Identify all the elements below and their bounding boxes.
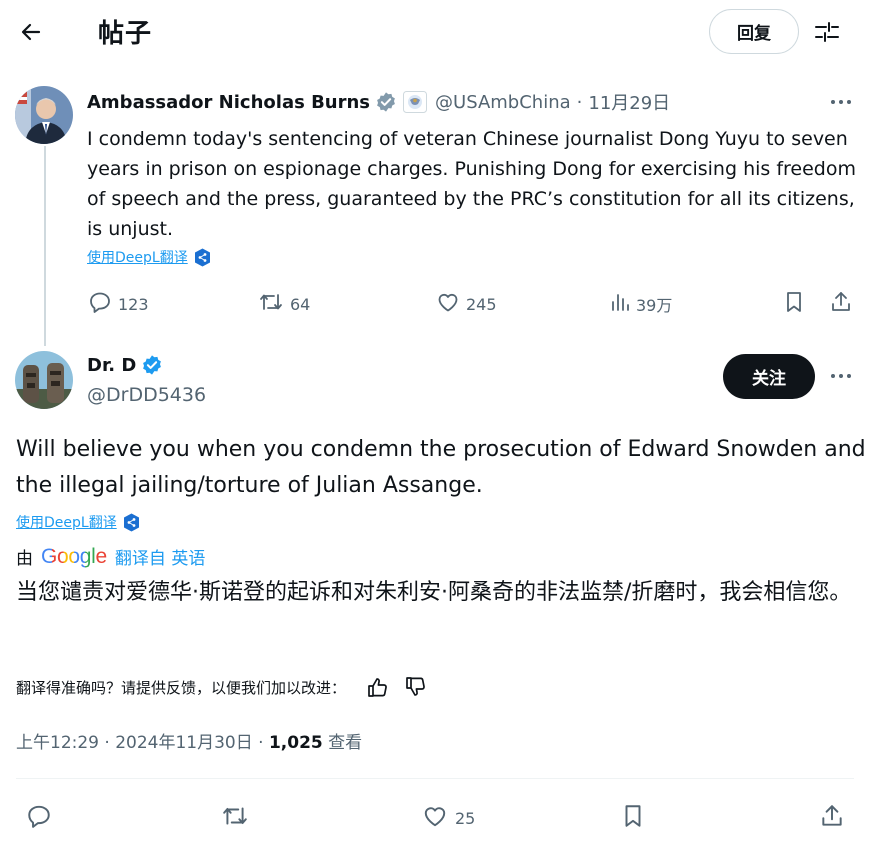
- page-title: 帖子: [98, 19, 153, 49]
- tweet-text: Will believe you when you condemn the pr…: [16, 437, 866, 498]
- deepl-logo-icon: [123, 513, 140, 532]
- divider: [16, 778, 854, 779]
- reply-count: 123: [118, 294, 149, 314]
- author-handle[interactable]: @DrDD5436: [87, 384, 206, 406]
- retweet-icon[interactable]: [220, 803, 250, 833]
- adjust-settings-icon[interactable]: [812, 18, 842, 46]
- author-name[interactable]: Ambassador Nicholas Burns: [87, 92, 370, 113]
- avatar[interactable]: [15, 86, 73, 144]
- thread-line: [44, 146, 46, 346]
- verified-gray-badge-icon[interactable]: [375, 91, 397, 113]
- deepl-translate-label[interactable]: 使用DeepL翻译: [16, 512, 117, 532]
- government-affiliation-icon[interactable]: [403, 91, 428, 113]
- translation-feedback-row: 翻译得准确吗？请提供反馈，以便我们加以改进：: [16, 676, 426, 698]
- translated-text: 当您谴责对爱德华·斯诺登的起诉和对朱利安·阿桑奇的非法监禁/折磨时，我会相信您。: [16, 580, 852, 605]
- retweet-count: 64: [290, 294, 311, 314]
- google-logo-text: Google: [41, 544, 107, 568]
- top-bar: 帖子 回复: [0, 0, 877, 64]
- like-action[interactable]: 25: [421, 803, 475, 833]
- bookmark-icon[interactable]: [620, 803, 646, 833]
- views-count: 39万: [636, 296, 673, 315]
- tweet-text: I condemn today's sentencing of veteran …: [87, 128, 856, 240]
- like-count: 245: [466, 294, 497, 314]
- post-timestamp-row: 上午12:29 · 2024年11月30日 · 1,025 查看: [16, 728, 362, 753]
- deepl-translate-link[interactable]: 使用DeepL翻译: [87, 247, 211, 267]
- post-date[interactable]: 11月29日: [588, 89, 670, 115]
- reply-action[interactable]: [25, 803, 53, 833]
- verified-blue-badge-icon[interactable]: [141, 354, 163, 376]
- separator-dot: ·: [576, 91, 583, 113]
- retweet-action[interactable]: [220, 803, 250, 833]
- heart-icon[interactable]: [421, 803, 449, 833]
- tweet1-author-row: Ambassador Nicholas Burns @USAmbChina · …: [87, 89, 670, 115]
- heart-icon[interactable]: [436, 290, 460, 318]
- more-options-icon[interactable]: [827, 90, 855, 114]
- feedback-prompt: 翻译得准确吗？请提供反馈，以便我们加以改进：: [16, 678, 347, 697]
- deepl-translate-label[interactable]: 使用DeepL翻译: [87, 247, 188, 267]
- thumbs-up-icon[interactable]: [366, 676, 388, 698]
- avatar[interactable]: [15, 351, 73, 409]
- share-action[interactable]: [818, 803, 846, 833]
- translated-from-link[interactable]: 翻译自 英语: [115, 544, 205, 569]
- follow-button[interactable]: 关注: [723, 354, 815, 399]
- author-name[interactable]: Dr. D: [87, 355, 136, 376]
- share-icon[interactable]: [818, 803, 846, 833]
- author-handle[interactable]: @USAmbChina: [435, 92, 571, 113]
- tweet2-author-row: Dr. D: [87, 354, 163, 376]
- thumbs-down-icon[interactable]: [404, 676, 426, 698]
- retweet-action[interactable]: 64: [258, 290, 310, 318]
- translated-by-prefix: 由: [16, 549, 33, 569]
- views-count: 1,025: [268, 733, 323, 753]
- share-icon[interactable]: [829, 290, 853, 318]
- reply-button[interactable]: 回复: [709, 9, 799, 54]
- like-action[interactable]: 245: [436, 290, 497, 318]
- views-label: 查看: [322, 733, 363, 753]
- bookmark-action[interactable]: [620, 803, 646, 833]
- back-arrow-icon[interactable]: [16, 18, 46, 46]
- bookmark-action[interactable]: [783, 290, 805, 318]
- more-options-icon[interactable]: [827, 364, 855, 388]
- google-logo: Google: [41, 545, 107, 569]
- retweet-icon[interactable]: [258, 290, 284, 318]
- deepl-translate-link[interactable]: 使用DeepL翻译: [16, 512, 140, 532]
- deepl-logo-icon: [194, 248, 211, 267]
- translated-by-row: 由 Google 翻译自 英语: [16, 544, 205, 570]
- like-count: 25: [455, 808, 476, 828]
- reply-icon[interactable]: [88, 290, 112, 318]
- reply-icon[interactable]: [25, 803, 53, 833]
- post-timestamp[interactable]: 上午12:29 · 2024年11月30日 ·: [16, 733, 269, 753]
- bookmark-icon[interactable]: [783, 290, 805, 318]
- views-action[interactable]: 39万: [610, 290, 672, 318]
- share-action[interactable]: [829, 290, 853, 318]
- views-chart-icon[interactable]: [610, 290, 632, 318]
- reply-action[interactable]: 123: [88, 290, 149, 318]
